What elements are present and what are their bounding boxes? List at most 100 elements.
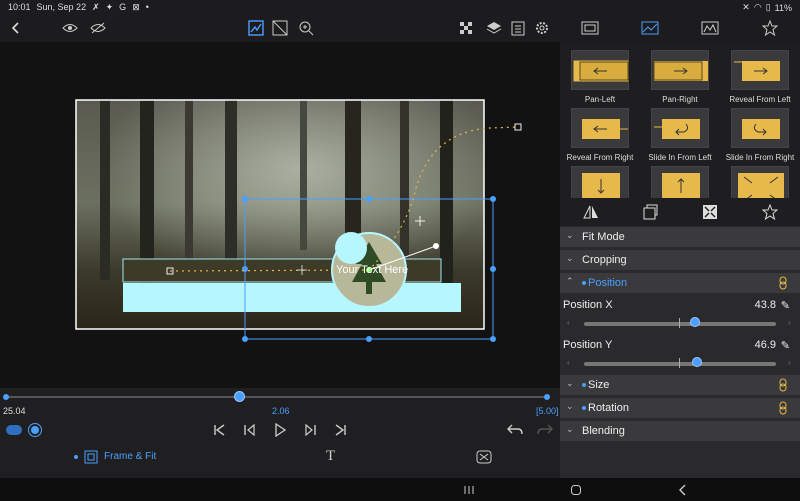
show-button[interactable]: [60, 18, 80, 38]
cyan-shape-layer[interactable]: [123, 283, 461, 312]
redo-icon[interactable]: [536, 423, 554, 437]
preset-thumb: [651, 50, 709, 90]
layers-icon: [486, 22, 502, 34]
param-position-x: Position X 43.8 ✎ ‹ ›: [560, 298, 800, 336]
timeline-start-marker: [3, 394, 9, 400]
position-y-slider[interactable]: [584, 362, 776, 366]
text-tool-icon[interactable]: T: [326, 448, 335, 465]
section-cropping[interactable]: ⌄ Cropping: [560, 250, 800, 270]
preset-slide-up[interactable]: [641, 164, 719, 198]
position-x-slider[interactable]: [584, 322, 776, 326]
decrement-icon[interactable]: ‹: [567, 318, 570, 327]
preset-slide-in-right[interactable]: Slide In From Right: [721, 106, 799, 164]
eye-slash-icon: [90, 22, 106, 34]
section-fit-mode[interactable]: ⌄ Fit Mode: [560, 227, 800, 247]
path-end-keyframe[interactable]: [514, 123, 522, 131]
timeline-current-time: 2.06: [272, 406, 290, 416]
keyframe-path-icon: [248, 20, 264, 36]
preset-pan-right[interactable]: Pan-Right: [641, 48, 719, 106]
chevron-down-icon: ⌄: [566, 230, 574, 240]
duplicate-button[interactable]: [640, 202, 660, 222]
link-icon[interactable]: [778, 378, 788, 392]
undo-icon[interactable]: [506, 423, 524, 437]
link-toggle[interactable]: [6, 425, 22, 435]
decrement-icon[interactable]: ‹: [567, 358, 570, 367]
settings-button[interactable]: [532, 18, 552, 38]
tab-favorites[interactable]: [760, 18, 780, 38]
param-position-y: Position Y 46.9 ✎ ‹ ›: [560, 338, 800, 376]
fit-to-frame-button[interactable]: [700, 202, 720, 222]
param-value[interactable]: 43.8: [755, 299, 776, 311]
home-button[interactable]: [569, 483, 583, 497]
preset-reveal-right[interactable]: Reveal From Right: [561, 106, 639, 164]
keyframe-indicator: [582, 281, 586, 285]
step-back-icon[interactable]: [242, 423, 256, 437]
flip-button[interactable]: [581, 202, 601, 222]
section-title: Cropping: [582, 254, 627, 266]
small-cyan-circle[interactable]: [335, 232, 367, 264]
tab-frame[interactable]: [580, 18, 600, 38]
pencil-icon[interactable]: ✎: [781, 299, 790, 312]
preset-slide-in-left[interactable]: Slide In From Left: [641, 106, 719, 164]
overlay-text[interactable]: Your Text Here: [336, 264, 408, 276]
preset-label: Reveal From Left: [729, 95, 791, 104]
preset-zoom-out[interactable]: [721, 164, 799, 198]
tab-image[interactable]: [640, 18, 660, 38]
preset-slide-down[interactable]: [561, 164, 639, 198]
loop-toggle[interactable]: [29, 424, 41, 436]
favorite-button[interactable]: [760, 202, 780, 222]
step-forward-icon[interactable]: [304, 423, 318, 437]
preset-pan-left[interactable]: Pan-Left: [561, 48, 639, 106]
timeline[interactable]: 25.04 2.06 [5.00]: [0, 388, 560, 418]
preset-thumb: [651, 166, 709, 198]
skip-end-icon[interactable]: [334, 423, 348, 437]
shuffle-icon[interactable]: [476, 450, 492, 464]
preset-reveal-left[interactable]: Reveal From Left: [721, 48, 799, 106]
eye-icon: [62, 24, 78, 32]
inspector-panel: Pan-Left Pan-Right Reveal From Left Reve…: [560, 42, 800, 478]
frame-fit-indicator: [74, 455, 78, 459]
notif-icon-2: ✦: [105, 2, 114, 12]
link-icon[interactable]: [778, 276, 788, 290]
gear-icon: [536, 22, 548, 34]
section-rotation[interactable]: ⌄ Rotation: [560, 398, 800, 418]
battery-level: 11%: [774, 2, 792, 13]
increment-icon[interactable]: ›: [788, 358, 791, 367]
preview-canvas[interactable]: Your Text Here: [0, 42, 560, 388]
layer-tool-row: [560, 198, 800, 226]
section-position[interactable]: ⌃ Position: [560, 273, 800, 293]
recents-icon: [464, 486, 474, 494]
rotation-handle[interactable]: [433, 243, 439, 249]
grid-button[interactable]: [456, 18, 476, 38]
status-date: Sun, Sep 22: [36, 2, 87, 12]
timeline-track[interactable]: [6, 396, 548, 398]
image-tab-icon: [641, 21, 659, 35]
transition-presets: Pan-Left Pan-Right Reveal From Left Reve…: [560, 42, 800, 198]
param-value[interactable]: 46.9: [755, 339, 776, 351]
crop-icon: [272, 20, 288, 36]
playhead[interactable]: [233, 391, 245, 402]
zoom-button[interactable]: [296, 18, 316, 38]
frame-fit-label[interactable]: Frame & Fit: [104, 451, 156, 462]
increment-icon[interactable]: ›: [788, 318, 791, 327]
preset-thumb: [571, 166, 629, 198]
layers-button[interactable]: [484, 18, 504, 38]
crop-button[interactable]: [270, 18, 290, 38]
link-icon[interactable]: [778, 401, 788, 415]
keyframe-indicator: [582, 406, 586, 410]
section-size[interactable]: ⌄ Size: [560, 375, 800, 395]
frame-fit-icon[interactable]: [84, 450, 98, 464]
hide-button[interactable]: [88, 18, 108, 38]
section-blending[interactable]: ⌄ Blending: [560, 421, 800, 441]
play-icon[interactable]: [273, 423, 287, 437]
back-nav-button[interactable]: [676, 483, 690, 497]
skip-start-icon[interactable]: [212, 423, 226, 437]
recents-button[interactable]: [462, 483, 476, 497]
tab-histogram[interactable]: [700, 18, 720, 38]
back-icon: [679, 484, 686, 496]
clipboard-icon: [511, 21, 525, 36]
keyframe-path-button[interactable]: [246, 18, 266, 38]
pencil-icon[interactable]: ✎: [781, 339, 790, 352]
back-button[interactable]: [6, 18, 26, 38]
clipboard-button[interactable]: [508, 18, 528, 38]
